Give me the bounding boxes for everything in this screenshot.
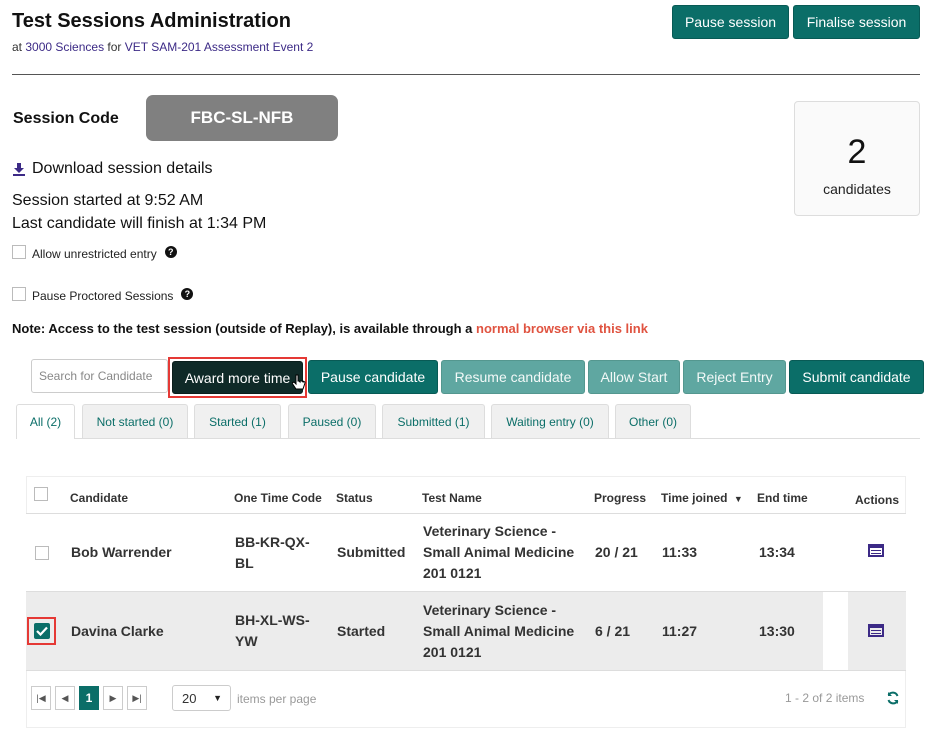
header-divider xyxy=(12,74,920,75)
subtitle-prefix: at xyxy=(12,40,26,54)
pointer-cursor-icon xyxy=(291,374,306,397)
test-name-line: Small Animal Medicine xyxy=(423,623,575,639)
first-page-icon[interactable]: |◀ xyxy=(31,686,51,710)
end-time: 13:34 xyxy=(759,544,795,560)
submit-candidate-button[interactable]: Submit candidate xyxy=(789,360,924,394)
tab-other[interactable]: Other (0) xyxy=(615,404,691,438)
pause-candidate-button[interactable]: Pause candidate xyxy=(308,360,438,394)
details-icon[interactable] xyxy=(868,544,884,557)
last-page-icon[interactable]: ▶| xyxy=(127,686,147,710)
page-size-value: 20 xyxy=(182,690,197,706)
session-code-label: Session Code xyxy=(13,110,119,127)
row-checkbox-checked[interactable] xyxy=(34,623,50,639)
allow-unrestricted-label: Allow unrestricted entry xyxy=(32,247,157,261)
col-time-joined-label: Time joined xyxy=(661,491,728,505)
end-time: 13:30 xyxy=(759,623,795,639)
status-text: Started xyxy=(337,623,386,639)
one-time-code-line: BB-KR-QX- xyxy=(235,534,310,550)
download-label: Download session details xyxy=(32,160,213,177)
row-checkbox[interactable] xyxy=(35,546,49,560)
col-actions: Actions xyxy=(855,493,900,507)
col-candidate[interactable]: Candidate xyxy=(70,491,128,505)
reject-entry-button[interactable]: Reject Entry xyxy=(683,360,786,394)
pause-session-button[interactable]: Pause session xyxy=(672,5,789,39)
pause-proctored-row: Pause Proctored Sessions ? xyxy=(12,285,194,303)
test-name: Veterinary Science - Small Animal Medici… xyxy=(423,600,574,663)
pause-proctored-checkbox[interactable] xyxy=(12,287,26,301)
grid-footer-divider xyxy=(26,670,906,671)
org-link[interactable]: 3000 Sciences xyxy=(25,40,104,54)
col-end-time[interactable]: End time xyxy=(757,491,808,505)
session-started-text: Session started at 9:52 AM xyxy=(12,192,204,209)
one-time-code: BB-KR-QX- BL xyxy=(235,532,310,574)
event-link[interactable]: VET SAM-201 Assessment Event 2 xyxy=(125,40,314,54)
items-per-page-label: items per page xyxy=(237,692,317,706)
test-name-line: 201 0121 xyxy=(423,644,482,660)
page-button-current[interactable]: 1 xyxy=(79,686,99,710)
next-page-icon[interactable]: ▶ xyxy=(103,686,123,710)
test-name-line: Veterinary Science - xyxy=(423,602,557,618)
progress-text: 20 / 21 xyxy=(595,544,638,560)
help-icon[interactable]: ? xyxy=(181,288,194,300)
session-code-badge: FBC-SL-NFB xyxy=(146,95,338,141)
allow-start-button[interactable]: Allow Start xyxy=(588,360,680,394)
refresh-icon[interactable] xyxy=(886,691,900,710)
normal-browser-link[interactable]: normal browser via this link xyxy=(476,321,648,336)
test-name: Veterinary Science - Small Animal Medici… xyxy=(423,521,574,584)
help-icon[interactable]: ? xyxy=(164,246,177,258)
one-time-code-line: BH-XL-WS- xyxy=(235,612,310,628)
tab-started[interactable]: Started (1) xyxy=(194,404,281,438)
last-finish-text: Last candidate will finish at 1:34 PM xyxy=(12,215,267,232)
col-status[interactable]: Status xyxy=(336,491,373,505)
row-gap xyxy=(823,592,848,670)
prev-page-icon[interactable]: ◀ xyxy=(55,686,75,710)
award-more-time-button[interactable]: Award more time xyxy=(172,361,303,394)
col-progress[interactable]: Progress xyxy=(594,491,646,505)
allow-unrestricted-checkbox[interactable] xyxy=(12,245,26,259)
tab-submitted[interactable]: Submitted (1) xyxy=(382,404,485,438)
tabs-divider xyxy=(75,438,920,439)
progress-text: 6 / 21 xyxy=(595,623,631,639)
one-time-code-line: YW xyxy=(235,633,258,649)
select-all-checkbox[interactable] xyxy=(34,487,48,501)
note-text: Note: Access to the test session (outsid… xyxy=(12,321,477,336)
tab-not-started[interactable]: Not started (0) xyxy=(82,404,188,438)
candidate-count: 2 xyxy=(847,133,867,171)
page-subtitle: at 3000 Sciences for VET SAM-201 Assessm… xyxy=(12,40,313,54)
one-time-code: BH-XL-WS- YW xyxy=(235,610,310,652)
status-text: Submitted xyxy=(337,544,406,560)
allow-unrestricted-row: Allow unrestricted entry ? xyxy=(12,243,177,261)
chevron-down-icon: ▼ xyxy=(213,693,222,703)
tab-waiting-entry[interactable]: Waiting entry (0) xyxy=(491,404,609,438)
test-name-line: Small Animal Medicine xyxy=(423,544,575,560)
page-size-select[interactable]: 20 ▼ xyxy=(172,685,231,711)
tab-all[interactable]: All (2) xyxy=(16,404,75,439)
pager-summary: 1 - 2 of 2 items xyxy=(785,691,865,705)
sort-desc-icon: ▼ xyxy=(733,494,743,504)
candidate-name: Davina Clarke xyxy=(71,623,164,639)
col-one-time-code[interactable]: One Time Code xyxy=(234,491,322,505)
access-note: Note: Access to the test session (outsid… xyxy=(12,321,648,336)
candidate-name: Bob Warrender xyxy=(71,544,172,560)
time-joined: 11:27 xyxy=(662,623,698,639)
one-time-code-line: BL xyxy=(235,555,254,571)
page-title: Test Sessions Administration xyxy=(12,10,291,32)
col-time-joined[interactable]: Time joined ▼ xyxy=(661,491,743,505)
tab-paused[interactable]: Paused (0) xyxy=(288,404,376,438)
finalise-session-button[interactable]: Finalise session xyxy=(793,5,920,39)
candidate-count-card: 2 candidates xyxy=(794,101,920,216)
test-name-line: Veterinary Science - xyxy=(423,523,557,539)
test-name-line: 201 0121 xyxy=(423,565,482,581)
candidate-search-input[interactable]: Search for Candidate xyxy=(31,359,168,393)
time-joined: 11:33 xyxy=(662,544,698,560)
download-session-link[interactable]: Download session details xyxy=(12,160,213,178)
resume-candidate-button[interactable]: Resume candidate xyxy=(441,360,585,394)
details-icon[interactable] xyxy=(868,624,884,637)
pause-proctored-label: Pause Proctored Sessions xyxy=(32,289,174,303)
download-icon xyxy=(12,162,26,176)
subtitle-for: for xyxy=(104,40,125,54)
candidate-count-label: candidates xyxy=(823,181,891,197)
col-test-name[interactable]: Test Name xyxy=(422,491,482,505)
